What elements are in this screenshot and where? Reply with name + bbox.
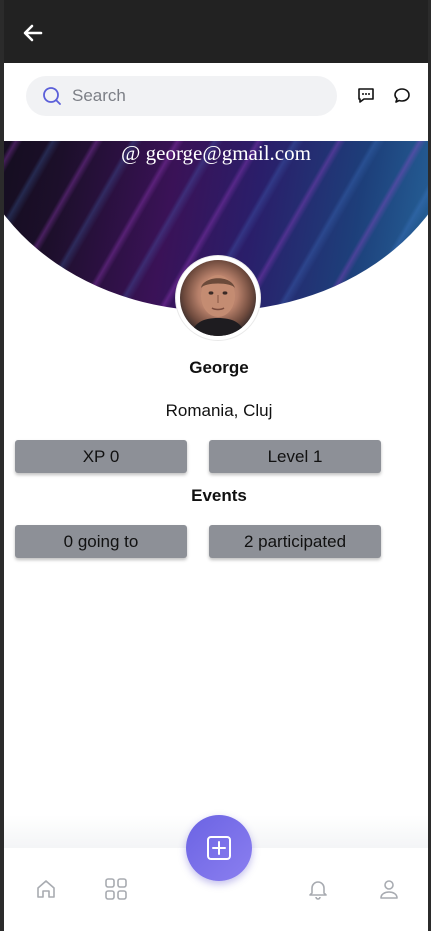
search-field[interactable] (26, 76, 337, 116)
grid-icon (105, 878, 127, 900)
bell-icon (309, 881, 327, 900)
participated-button[interactable]: 2 participated (209, 525, 381, 558)
search-header (4, 63, 428, 141)
top-bar (4, 0, 428, 63)
profile-screen: @ george@gmail.com George Romania, Cluj … (4, 0, 428, 931)
nav-profile[interactable] (376, 876, 402, 902)
user-icon (380, 880, 398, 899)
profile-name: George (189, 358, 249, 377)
going-to-button[interactable]: 0 going to (15, 525, 187, 558)
message-icon (358, 88, 374, 103)
level-badge: Level 1 (209, 440, 381, 473)
avatar (176, 256, 260, 340)
profile-email: @ george@gmail.com (121, 141, 311, 165)
add-button[interactable] (186, 815, 252, 881)
face-icon (190, 275, 246, 336)
nav-home[interactable] (33, 876, 59, 902)
events-heading: Events (191, 486, 247, 505)
search-input[interactable] (72, 86, 312, 106)
nav-notifications[interactable] (305, 876, 331, 902)
chat-button[interactable] (391, 85, 413, 107)
add-icon (207, 836, 231, 860)
back-button[interactable] (18, 18, 48, 48)
nav-grid[interactable] (103, 876, 129, 902)
chat-bubble-icon (394, 88, 410, 103)
messages-button[interactable] (355, 85, 377, 107)
avatar-photo (180, 260, 256, 336)
home-icon (37, 880, 55, 898)
profile-location: Romania, Cluj (165, 401, 273, 420)
arrow-left-icon (23, 24, 43, 42)
xp-badge: XP 0 (15, 440, 187, 473)
search-icon (43, 87, 61, 105)
